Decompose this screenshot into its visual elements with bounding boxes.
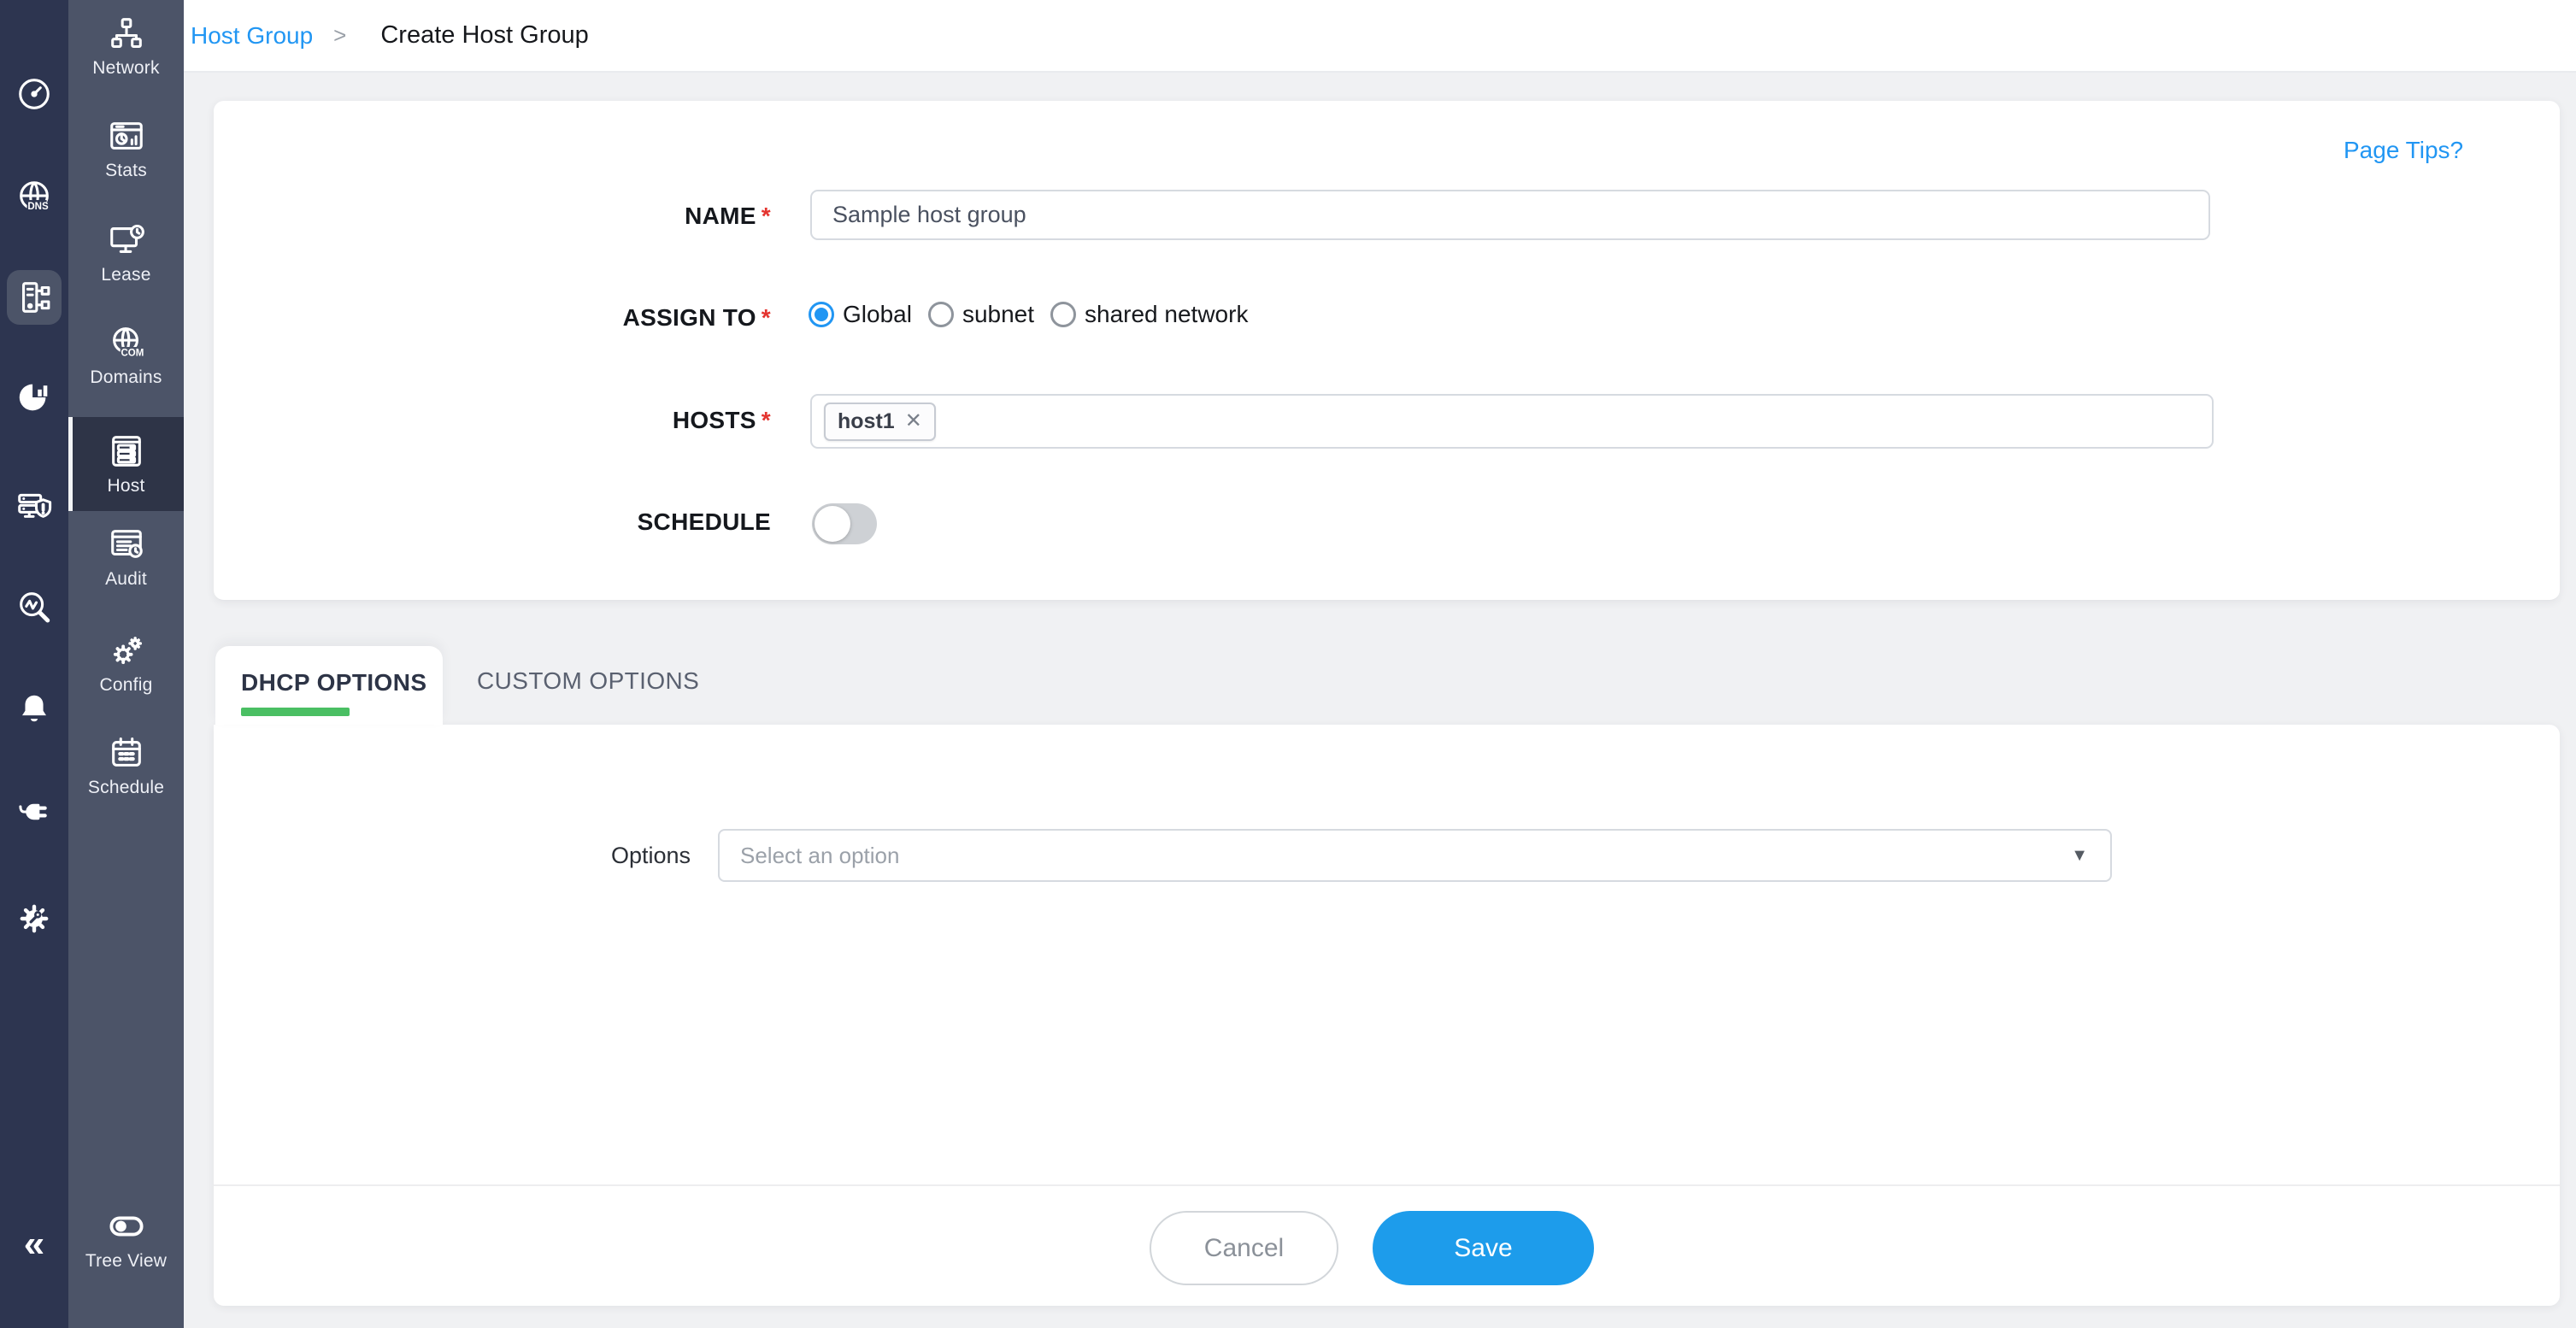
dns-globe-icon[interactable]: DNS — [10, 173, 58, 221]
breadcrumb-separator: > — [333, 22, 346, 49]
hosts-tag-input[interactable]: host1 ✕ — [810, 394, 2214, 449]
sidebar-item-lease[interactable]: Lease — [68, 210, 184, 296]
sidebar-item-tree-view[interactable]: Tree View — [68, 1196, 184, 1282]
active-tab-underline — [241, 708, 350, 716]
host-tag-chip: host1 ✕ — [824, 403, 936, 441]
primary-rail: DNS « — [0, 0, 68, 1328]
radio-option-global[interactable]: Global — [809, 301, 912, 328]
dhcp-subnav: Network Stats Lease COM Domains Host Aud… — [68, 0, 184, 1328]
tab-dhcp-options[interactable]: DHCP OPTIONS — [215, 646, 443, 725]
sidebar-item-host[interactable]: Host — [68, 417, 184, 511]
tab-custom-options[interactable]: CUSTOM OPTIONS — [477, 667, 699, 695]
select-placeholder: Select an option — [740, 843, 2071, 869]
lease-monitor-icon — [107, 220, 146, 260]
config-gears-icon — [107, 631, 146, 670]
app-window: DNS « Network Stats — [0, 0, 2576, 1328]
options-select[interactable]: Select an option ▼ — [718, 829, 2112, 882]
breadcrumb-host-group-link[interactable]: Host Group — [191, 22, 313, 50]
save-button[interactable]: Save — [1373, 1211, 1594, 1285]
network-tree-icon — [107, 14, 146, 53]
page-title: Create Host Group — [380, 21, 588, 50]
assign-to-radio-group: Global subnet shared network — [809, 301, 1248, 328]
assign-to-field-label: ASSIGN TO* — [506, 304, 771, 332]
name-input[interactable] — [810, 190, 2210, 240]
radio-button[interactable] — [928, 302, 954, 327]
audit-log-icon — [107, 525, 146, 564]
required-asterisk: * — [762, 304, 771, 331]
ipam-server-icon[interactable] — [7, 270, 62, 325]
page-tips-link[interactable]: Page Tips? — [2344, 137, 2463, 164]
sidebar-item-domains[interactable]: COM Domains — [68, 313, 184, 398]
radio-option-subnet[interactable]: subnet — [928, 301, 1034, 328]
toggle-knob — [815, 506, 850, 542]
schedule-field-label: SCHEDULE — [506, 508, 771, 536]
sidebar-item-audit[interactable]: Audit — [68, 514, 184, 600]
name-field-label: NAME* — [506, 203, 771, 230]
hosts-field-label: HOSTS* — [506, 407, 771, 434]
svg-text:COM: COM — [121, 348, 144, 358]
schedule-calendar-icon — [107, 733, 146, 773]
footer-divider — [214, 1184, 2560, 1186]
sidebar-item-network[interactable]: Network — [68, 3, 184, 89]
tree-view-toggle-icon — [107, 1207, 146, 1246]
notification-bell-icon[interactable] — [10, 685, 58, 733]
required-asterisk: * — [762, 203, 771, 229]
reports-pie-icon[interactable] — [10, 373, 58, 421]
required-asterisk: * — [762, 407, 771, 433]
radio-button-selected[interactable] — [809, 302, 834, 327]
remove-tag-icon[interactable]: ✕ — [905, 411, 922, 432]
radio-option-shared-network[interactable]: shared network — [1050, 301, 1248, 328]
analysis-search-icon[interactable] — [10, 584, 58, 632]
domains-globe-icon: COM — [107, 323, 146, 362]
host-servers-icon — [107, 432, 146, 471]
sidebar-item-stats[interactable]: Stats — [68, 106, 184, 191]
sidebar-item-schedule[interactable]: Schedule — [68, 723, 184, 808]
svg-text:DNS: DNS — [27, 202, 49, 212]
schedule-toggle[interactable] — [812, 503, 877, 544]
plugin-icon[interactable] — [10, 788, 58, 836]
radio-button[interactable] — [1050, 302, 1076, 327]
collapse-sidebar-button[interactable]: « — [0, 1225, 68, 1263]
chevron-down-icon: ▼ — [2071, 846, 2088, 866]
stats-browser-icon — [107, 116, 146, 156]
admin-tools-icon[interactable] — [10, 895, 58, 943]
dashboard-gauge-icon[interactable] — [10, 70, 58, 118]
cancel-button[interactable]: Cancel — [1150, 1211, 1338, 1285]
server-alert-icon[interactable] — [10, 480, 58, 528]
topbar: Host Group > Create Host Group — [184, 0, 2576, 73]
options-field-label: Options — [427, 843, 691, 869]
sidebar-item-config[interactable]: Config — [68, 620, 184, 706]
